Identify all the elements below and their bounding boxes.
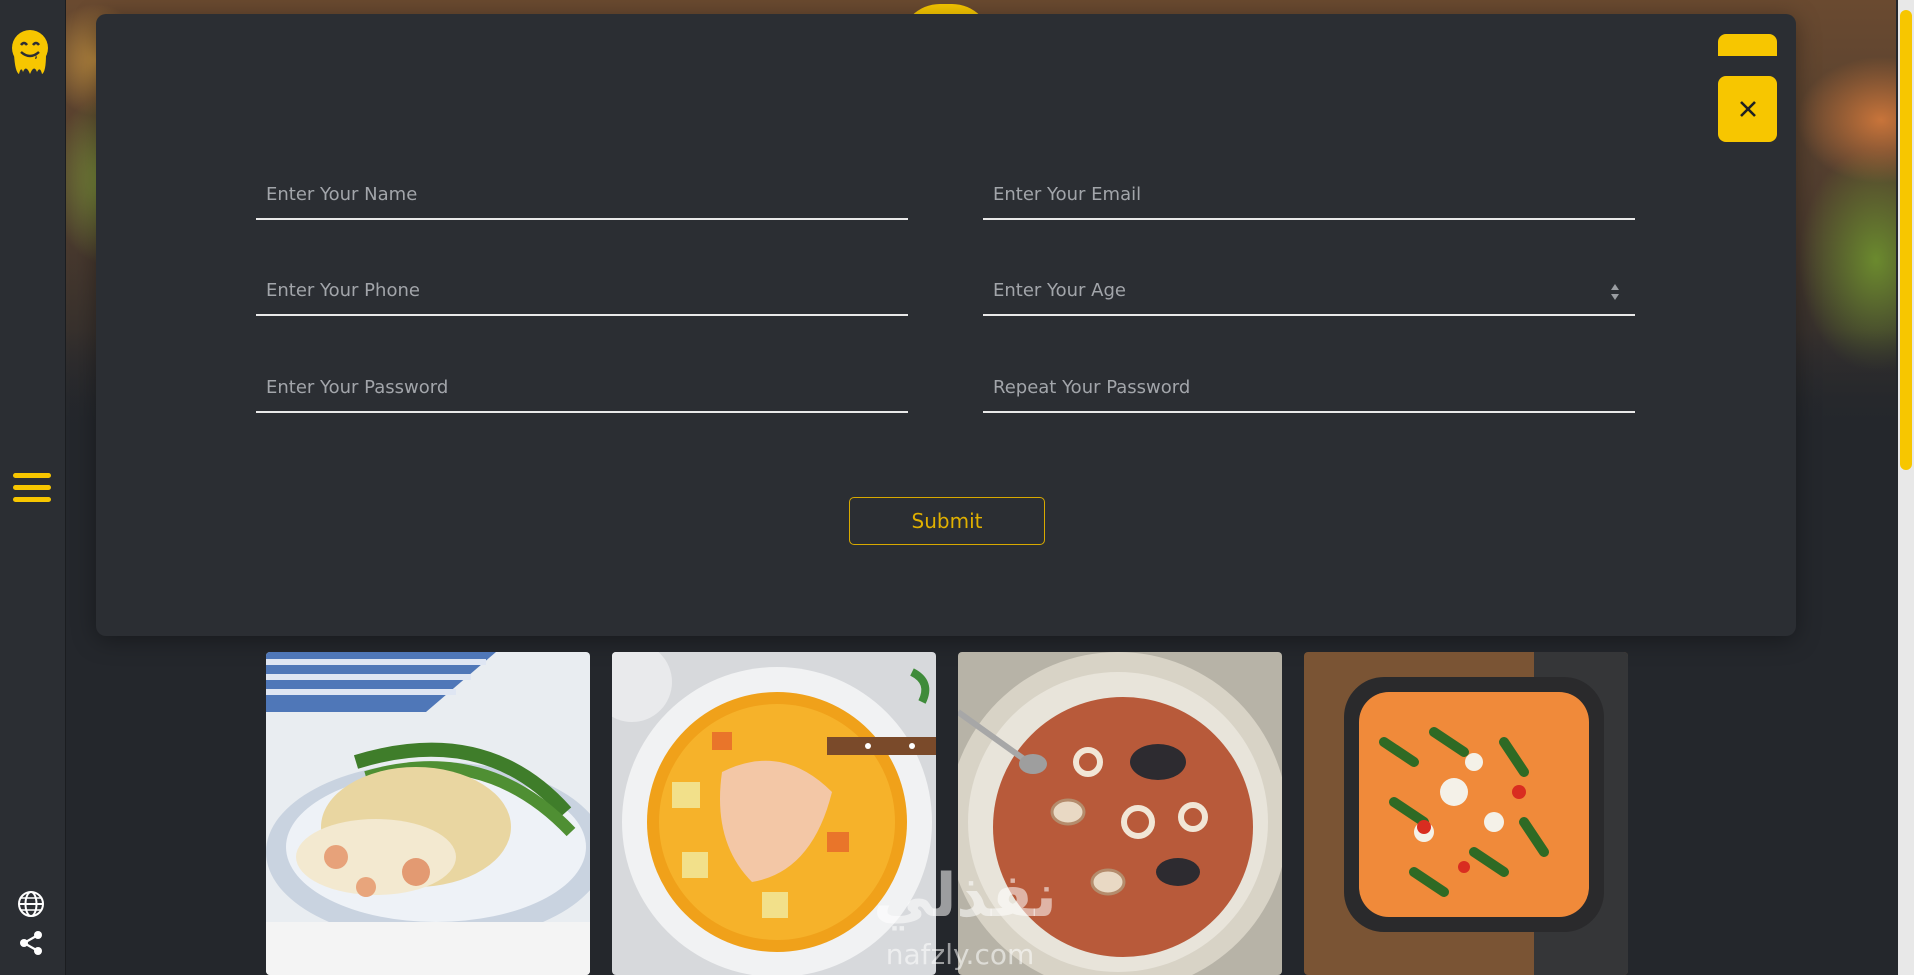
contact-form-modal: Submit xyxy=(96,14,1796,636)
logo-icon[interactable] xyxy=(9,28,51,78)
scrollbar-thumb[interactable] xyxy=(1900,10,1912,470)
email-field xyxy=(983,170,1635,220)
globe-icon[interactable] xyxy=(17,890,45,918)
password-field xyxy=(256,363,908,413)
phone-input[interactable] xyxy=(256,266,908,314)
age-field xyxy=(983,266,1635,316)
fish-pie-image xyxy=(266,652,590,975)
name-field xyxy=(256,170,908,220)
number-spinner-icon[interactable] xyxy=(1609,280,1621,304)
share-icon[interactable] xyxy=(18,930,44,956)
meal-card-baked-shakshuka[interactable] xyxy=(1304,652,1628,975)
phone-field xyxy=(256,266,908,316)
name-input[interactable] xyxy=(256,170,908,218)
watermark-domain: nafzly.com xyxy=(885,938,1035,971)
password-input[interactable] xyxy=(256,363,908,411)
close-icon xyxy=(1739,101,1756,117)
repeat-password-field xyxy=(983,363,1635,413)
top-tab-button[interactable] xyxy=(1718,34,1777,56)
repeat-password-input[interactable] xyxy=(983,363,1635,411)
meal-card-fish-pie[interactable] xyxy=(266,652,590,975)
email-input[interactable] xyxy=(983,170,1635,218)
hamburger-menu-icon[interactable] xyxy=(13,473,51,507)
baked-shakshuka-image xyxy=(1304,652,1628,975)
sidebar xyxy=(0,0,66,975)
submit-button[interactable]: Submit xyxy=(849,497,1045,545)
age-input[interactable] xyxy=(983,266,1635,314)
close-button[interactable] xyxy=(1718,76,1777,142)
watermark-arabic: نفذلي xyxy=(873,861,1057,931)
page: Submit xyxy=(0,0,1914,975)
